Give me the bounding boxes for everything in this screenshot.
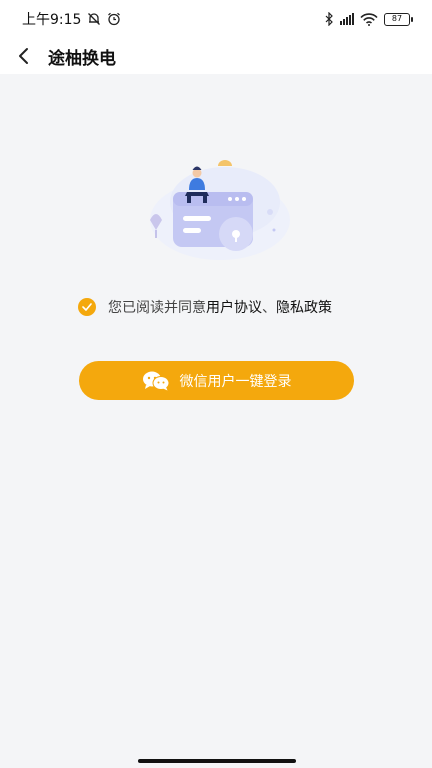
mute-bell-icon — [88, 13, 101, 25]
chevron-left-icon — [19, 48, 28, 64]
status-left: 上午9:15 — [22, 9, 121, 29]
battery-icon: 87 — [384, 12, 413, 26]
status-bar: 上午9:15 87 — [0, 0, 432, 38]
agree-checkbox[interactable] — [78, 298, 96, 316]
check-icon — [82, 303, 92, 311]
status-time: 上午9:15 — [22, 12, 82, 28]
bluetooth-icon — [325, 12, 333, 26]
nav-bar: 途柚换电 — [0, 38, 432, 74]
wechat-login-button[interactable]: 微信用户一键登录 — [79, 361, 354, 400]
home-indicator[interactable] — [138, 759, 296, 763]
alarm-clock-icon — [108, 12, 121, 26]
agreement-row: 您已阅读并同意 用户协议 、 隐私政策 — [78, 297, 332, 317]
page-title: 途柚换电 — [48, 48, 116, 69]
wifi-icon — [360, 12, 378, 26]
privacy-policy-link[interactable]: 隐私政策 — [276, 297, 332, 317]
wechat-login-label: 微信用户一键登录 — [179, 373, 292, 390]
battery-level: 87 — [391, 14, 403, 23]
agreement-prefix: 您已阅读并同意 — [108, 300, 206, 316]
status-right: 87 — [325, 12, 413, 26]
user-agreement-link[interactable]: 用户协议 — [206, 297, 262, 317]
cell-signal-icon — [340, 13, 354, 25]
login-illustration — [150, 160, 290, 260]
agreement-separator: 、 — [262, 300, 276, 316]
wechat-icon — [142, 371, 169, 390]
back-button[interactable] — [0, 38, 46, 74]
